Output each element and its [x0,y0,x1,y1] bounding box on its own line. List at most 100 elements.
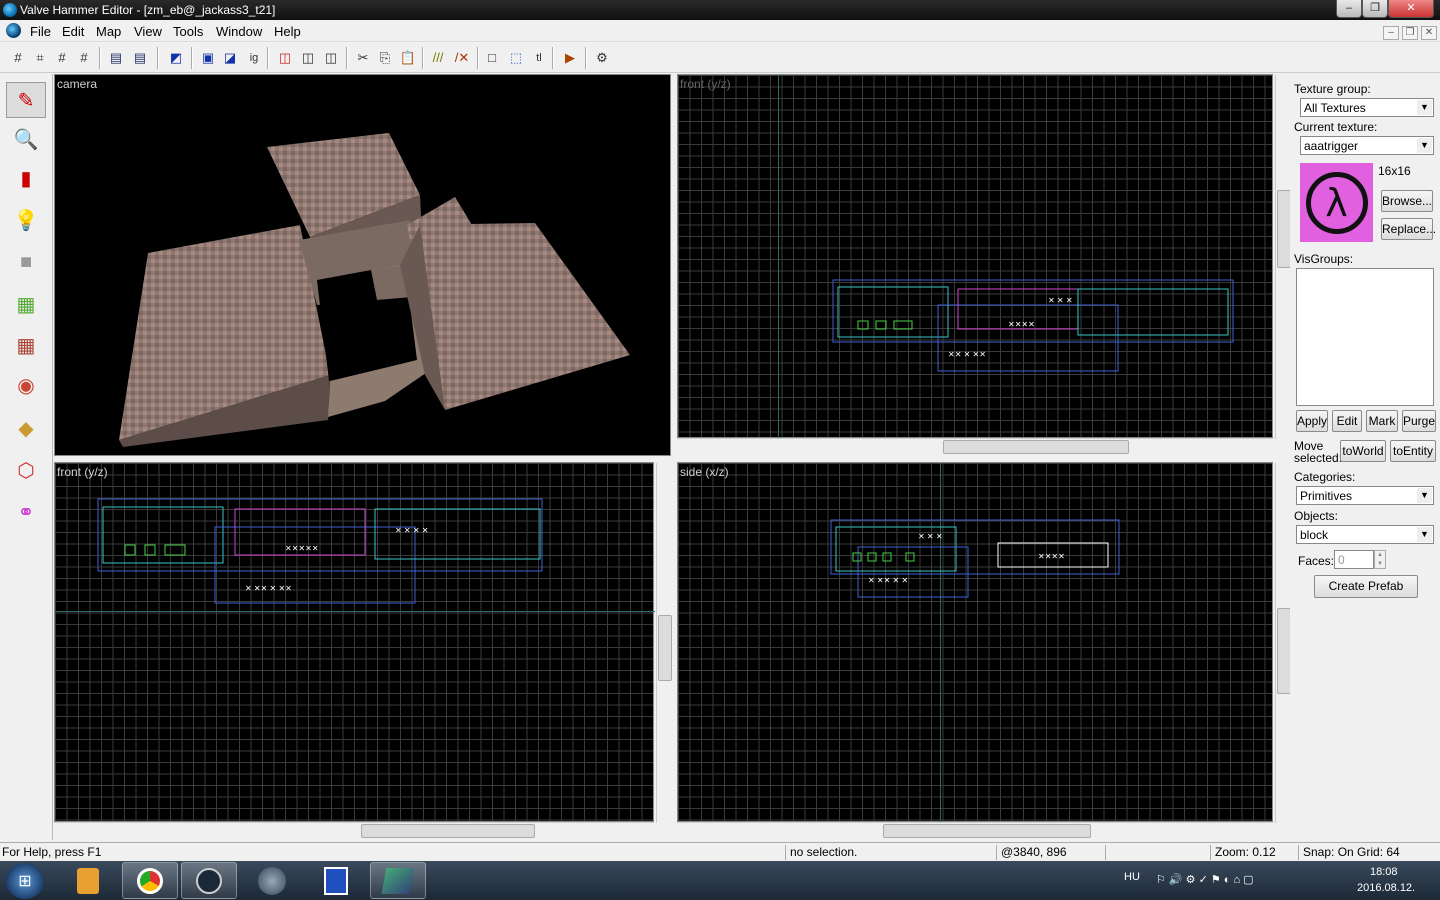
vertical-scrollbar[interactable] [656,463,673,823]
mdi-close-button[interactable]: ✕ [1421,26,1437,40]
tray-date[interactable]: 2016.08.12. [1357,882,1415,894]
close-button[interactable]: ✕ [1388,0,1434,18]
minimize-button[interactable]: – [1336,0,1362,18]
camera-scene [119,133,630,447]
cut-icon[interactable]: ✂ [353,48,373,68]
view-label: side (x/z) [680,465,729,479]
grid-toggle-icon[interactable]: # [8,48,28,68]
menu-view[interactable]: View [134,24,162,39]
purge-button[interactable]: Purge [1402,410,1436,432]
teamspeak-icon[interactable] [244,862,300,899]
vis-unselected-icon[interactable]: ◪ [220,48,240,68]
texture-app-icon[interactable]: tl [529,48,549,68]
window-title: Valve Hammer Editor - [zm_eb@_jackass3_t… [20,3,276,17]
svg-text:✕ ✕✕ ✕ ✕✕: ✕ ✕✕ ✕ ✕✕ [245,584,292,593]
brush-wireframe: ✕ ✕ ✕ ✕ ✕✕ ✕ ✕ ✕✕✕✕ [830,519,1120,598]
flip-icon[interactable]: ◫ [298,48,318,68]
maximize-button[interactable]: ❐ [1362,0,1388,18]
hide-icon[interactable]: ◩ [166,48,186,68]
menu-edit[interactable]: Edit [62,24,84,39]
entity-tool-icon[interactable]: 💡 [6,202,46,238]
svg-text:✕✕ ✕ ✕✕: ✕✕ ✕ ✕✕ [948,350,986,359]
vertex-tool-icon[interactable]: ⬡ [6,452,46,488]
texture-group-value: All Textures [1304,101,1366,115]
path-tool-icon[interactable]: ⚭ [6,494,46,530]
replace-button[interactable]: Replace... [1381,218,1436,240]
menu-tools[interactable]: Tools [173,24,203,39]
tray-icons[interactable]: ⚐ 🔊 ⚙ ✓ ⚑ ◐ ⌂ ▢ [1156,873,1254,886]
horizontal-scrollbar[interactable] [677,438,1273,455]
vis-selected-icon[interactable]: ▣ [198,48,218,68]
texture-lock-icon[interactable]: ◫ [275,48,295,68]
apply-current-texture-icon[interactable]: ▦ [6,327,46,363]
view-2d-bottom-right[interactable]: side (x/z) ✕ ✕ ✕ ✕ ✕✕ ✕ ✕ ✕✕✕✕ [677,462,1292,823]
ignore-groups-icon[interactable]: ig [244,48,264,68]
keyboard-language[interactable]: HU [1124,871,1140,883]
copy-object-icon[interactable]: ◫ [321,48,341,68]
grid-3d-icon[interactable]: ⌗ [30,48,50,68]
document-icon[interactable] [6,23,21,38]
menu-window[interactable]: Window [216,24,262,39]
to-entity-button[interactable]: toEntity [1390,440,1436,462]
view-label: front (y/z) [680,77,731,91]
faces-spinner[interactable]: ▲ ▼ [1374,550,1386,569]
menu-help[interactable]: Help [274,24,301,39]
check-problems-icon[interactable]: □ [482,48,502,68]
paste-icon[interactable]: 📋 [398,48,418,68]
create-prefab-button[interactable]: Create Prefab [1314,575,1418,598]
faces-input[interactable]: 0 [1334,550,1374,569]
grid-larger-icon[interactable]: # [74,48,94,68]
visgroups-list[interactable] [1296,268,1434,406]
view-2d-top-right[interactable]: front (y/z) ✕✕✕✕ ✕ ✕ ✕ ✕✕ ✕ ✕✕ [677,74,1292,439]
mdi-restore-button[interactable]: ❐ [1402,26,1418,40]
media-player-icon[interactable] [60,862,116,899]
mark-button[interactable]: Mark [1366,410,1398,432]
brush-wireframe: ✕✕✕✕ ✕ ✕ ✕ ✕✕ ✕ ✕✕ [832,279,1234,372]
start-button[interactable]: ⊞ [6,863,44,899]
camera-view-label: camera [57,77,98,91]
save-disk-icon[interactable] [308,862,364,899]
categories-dropdown[interactable]: Primitives ▼ [1296,486,1434,505]
categories-label: Categories: [1294,470,1356,484]
camera-tool-icon[interactable]: ▮ [6,160,46,196]
status-help: For Help, press F1 [2,845,102,859]
categories-value: Primitives [1300,489,1353,503]
menu-file[interactable]: File [30,24,51,39]
horizontal-scrollbar[interactable] [677,822,1273,839]
mdi-minimize-button[interactable]: – [1383,26,1399,40]
selection-icon[interactable]: ⬚ [506,48,526,68]
clipping-tool-icon[interactable]: ◆ [6,410,46,446]
options-icon[interactable]: ⚙ [592,48,612,68]
group-icon[interactable]: ▤ [130,48,150,68]
tie-entity-icon[interactable]: /// [428,48,448,68]
current-texture-dropdown[interactable]: aaatrigger ▼ [1300,136,1434,155]
chrome-icon[interactable] [122,862,178,899]
decal-tool-icon[interactable]: ◉ [6,367,46,403]
run-map-icon[interactable]: ▶ [560,48,580,68]
copy-icon[interactable]: ⎘ [375,48,395,68]
magnify-tool-icon[interactable]: 🔍 [6,121,46,157]
objects-value: block [1300,528,1329,542]
menu-map[interactable]: Map [96,24,121,39]
move-to-world-icon[interactable]: /✕ [452,48,472,68]
objects-dropdown[interactable]: block ▼ [1296,525,1434,544]
block-tool-icon[interactable]: ■ [6,244,46,280]
horizontal-scrollbar[interactable] [54,822,654,839]
camera-view[interactable]: camera [54,74,671,456]
texture-group-dropdown[interactable]: All Textures ▼ [1300,98,1434,117]
edit-button[interactable]: Edit [1332,410,1362,432]
browse-button[interactable]: Browse... [1381,190,1433,212]
hammer-editor-icon[interactable] [370,862,426,899]
status-coordinates: @3840, 896 [996,845,1102,860]
selection-tool-icon[interactable]: ✎ [6,82,46,118]
grid-smaller-icon[interactable]: # [52,48,72,68]
carve-icon[interactable]: ▤ [106,48,126,68]
view-2d-bottom-left[interactable]: front (y/z) ✕✕✕✕✕ ✕ ✕ ✕ ✕ ✕ ✕✕ ✕ ✕✕ [54,462,673,823]
steam-icon[interactable] [181,862,237,899]
texture-application-icon[interactable]: ▦ [6,286,46,322]
texture-size: 16x16 [1378,164,1411,178]
visgroups-label: VisGroups: [1294,252,1354,266]
tray-time[interactable]: 18:08 [1370,866,1398,878]
to-world-button[interactable]: toWorld [1340,440,1386,462]
apply-button[interactable]: Apply [1296,410,1328,432]
